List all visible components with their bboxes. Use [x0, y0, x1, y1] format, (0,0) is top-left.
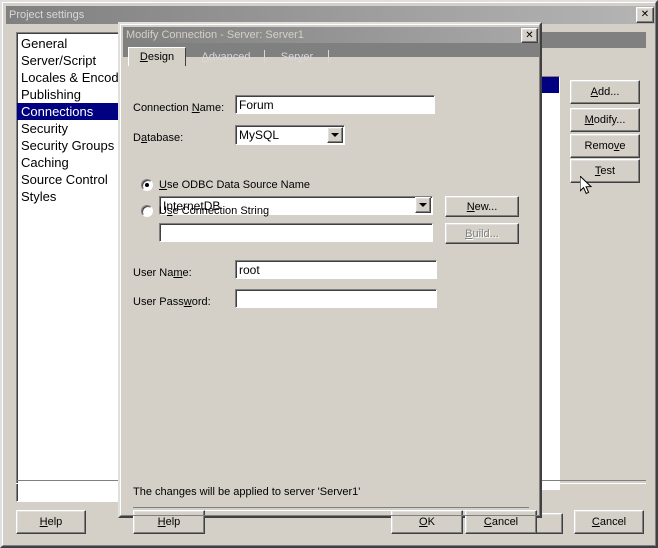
dialog-cancel-button[interactable]: Cancel — [465, 510, 537, 534]
settings-category-list[interactable]: General Server/Script Locales & Encod Pu… — [16, 32, 120, 502]
add-button-label: Add... — [590, 86, 620, 98]
main-cancel-button[interactable]: Cancel — [574, 510, 644, 534]
screen: Project settings ✕ General Server/Script… — [0, 0, 658, 548]
main-cancel-label: Cancel — [591, 516, 627, 528]
database-value: MySQL — [239, 128, 280, 142]
close-icon: ✕ — [525, 29, 534, 41]
mouse-cursor-icon — [580, 176, 593, 195]
user-password-input[interactable] — [235, 289, 437, 308]
add-button[interactable]: Add... — [570, 80, 640, 104]
dialog-help-label: Help — [157, 516, 181, 528]
chevron-down-icon[interactable] — [415, 197, 431, 213]
user-name-input[interactable]: root — [235, 260, 437, 279]
tab-advanced-label: Advanced — [201, 50, 251, 63]
tab-separator-1 — [264, 50, 265, 63]
sidebar-item-connections[interactable]: Connections — [17, 103, 119, 120]
user-name-value: root — [239, 262, 260, 277]
user-password-label: User Password: — [133, 296, 211, 308]
connection-string-radio[interactable] — [141, 205, 153, 217]
sidebar-item-server-script[interactable]: Server/Script — [17, 52, 119, 69]
connection-string-input[interactable] — [159, 223, 433, 242]
build-label: Build... — [465, 227, 499, 240]
remove-button-label: Remove — [584, 140, 626, 152]
sidebar-item-security[interactable]: Security — [17, 120, 119, 137]
dialog-body: Connection Name: Forum Database: MySQL U… — [123, 66, 539, 534]
dialog-titlebar: Modify Connection - Server: Server1 ✕ — [123, 27, 539, 43]
dialog-cancel-label: Cancel — [483, 516, 519, 528]
sidebar-item-styles[interactable]: Styles — [17, 188, 119, 205]
user-name-label: User Name: — [133, 267, 192, 279]
sidebar-item-general[interactable]: General — [17, 35, 119, 52]
tab-design-label: Design — [139, 51, 175, 63]
connection-name-input[interactable]: Forum — [235, 95, 435, 114]
dialog-tabs[interactable]: Design Advanced Server — [123, 47, 539, 66]
modify-connection-dialog: Modify Connection - Server: Server1 ✕ De… — [118, 22, 542, 534]
dialog-help-button[interactable]: Help — [133, 510, 205, 534]
new-dsn-button[interactable]: New... — [445, 196, 519, 217]
chevron-down-icon[interactable] — [327, 127, 343, 143]
tab-separator-2 — [328, 50, 329, 63]
main-close-button[interactable]: ✕ — [636, 7, 654, 23]
new-dsn-label: New... — [466, 200, 498, 213]
database-label: Database: — [133, 132, 184, 144]
sidebar-item-locales-encoding[interactable]: Locales & Encod — [17, 69, 119, 86]
modify-button[interactable]: Modify... — [570, 108, 640, 132]
main-help-button[interactable]: Help — [16, 510, 86, 534]
test-button-label: Test — [594, 165, 616, 177]
tab-advanced[interactable]: Advanced — [190, 47, 262, 66]
sidebar-item-publishing[interactable]: Publishing — [17, 86, 119, 103]
tab-server[interactable]: Server — [269, 47, 325, 66]
close-icon: ✕ — [640, 9, 650, 20]
modify-button-label: Modify... — [584, 114, 626, 126]
status-note: The changes will be applied to server 'S… — [133, 486, 361, 498]
dialog-close-button[interactable]: ✕ — [521, 28, 538, 43]
build-button[interactable]: Build... — [445, 223, 519, 244]
main-help-label: Help — [39, 516, 63, 528]
remove-button[interactable]: Remove — [570, 134, 640, 158]
tab-design[interactable]: Design — [128, 47, 186, 66]
dialog-ok-button[interactable]: OK — [391, 510, 463, 534]
sidebar-item-source-control[interactable]: Source Control — [17, 171, 119, 188]
dialog-title: Modify Connection - Server: Server1 — [126, 29, 304, 41]
dialog-ok-label: OK — [419, 516, 435, 528]
sidebar-item-security-groups[interactable]: Security Groups — [17, 137, 119, 154]
connection-name-label: Connection Name: — [133, 102, 225, 114]
tab-server-label: Server — [280, 50, 314, 63]
main-window-title: Project settings — [9, 9, 85, 21]
odbc-radio-label[interactable]: Use ODBC Data Source Name — [159, 179, 310, 191]
connection-string-radio-label[interactable]: Use Connection String — [159, 205, 269, 217]
sidebar-item-caching[interactable]: Caching — [17, 154, 119, 171]
odbc-radio[interactable] — [141, 179, 153, 191]
connection-name-value: Forum — [239, 97, 274, 112]
